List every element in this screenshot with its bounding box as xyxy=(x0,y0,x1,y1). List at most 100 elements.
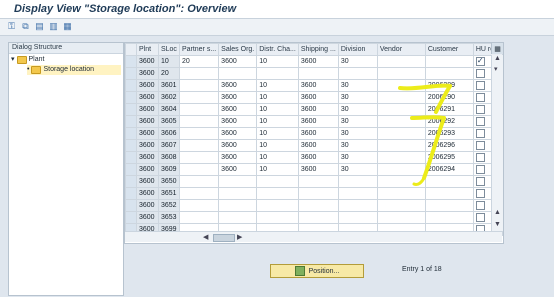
table-cell[interactable] xyxy=(376,187,426,200)
table-cell[interactable] xyxy=(376,151,426,164)
table-cell[interactable] xyxy=(297,187,339,200)
table-cell[interactable]: 30 xyxy=(337,103,378,116)
table-cell[interactable]: 3652 xyxy=(157,199,180,212)
scroll-down-icon[interactable]: ▲ xyxy=(494,209,501,216)
table-row[interactable]: 3600 20 xyxy=(125,67,504,80)
table-cell[interactable]: 10 xyxy=(256,139,299,152)
hu-required-checkbox[interactable] xyxy=(475,57,485,66)
table-cell[interactable] xyxy=(376,55,426,68)
table-cell[interactable] xyxy=(256,175,299,188)
row-selector[interactable] xyxy=(125,55,137,68)
table-cell[interactable]: 3600 xyxy=(135,151,159,164)
select-all-icon[interactable]: ▤ xyxy=(34,21,45,32)
chevron-down-icon[interactable]: ▾ xyxy=(11,55,15,65)
table-cell[interactable] xyxy=(178,151,220,164)
table-cell[interactable] xyxy=(337,67,378,80)
table-cell[interactable] xyxy=(337,175,378,188)
table-cell[interactable] xyxy=(178,163,220,176)
table-cell[interactable]: 3600 xyxy=(297,151,339,164)
table-cell[interactable]: 30 xyxy=(337,151,378,164)
table-cell[interactable]: 2006295 xyxy=(424,151,474,164)
table-cell[interactable] xyxy=(297,175,339,188)
hu-required-checkbox[interactable] xyxy=(475,177,485,186)
column-header[interactable]: Partner s... xyxy=(178,43,220,56)
table-cell[interactable]: 3600 xyxy=(297,79,339,92)
row-selector[interactable] xyxy=(125,151,137,164)
row-selector-header[interactable] xyxy=(125,43,137,56)
table-row[interactable]: 3600 3601 3600 10 3600 30 2006289 xyxy=(125,79,504,92)
table-cell[interactable] xyxy=(376,91,426,104)
table-cell[interactable] xyxy=(178,199,220,212)
table-cell[interactable]: 2006293 xyxy=(424,127,474,140)
scroll-left-icon[interactable]: ◀ xyxy=(203,233,208,241)
table-cell[interactable] xyxy=(256,199,299,212)
column-header[interactable]: Sales Org. xyxy=(218,43,258,56)
table-row[interactable]: 3600 10 20 3600 10 3600 30 xyxy=(125,55,504,68)
row-selector[interactable] xyxy=(125,79,137,92)
column-settings-icon[interactable]: ▦ xyxy=(491,43,503,54)
scroll-right-icon[interactable]: ▶ xyxy=(237,233,242,241)
table-cell[interactable]: 3606 xyxy=(157,127,180,140)
table-cell[interactable]: 3600 xyxy=(218,139,258,152)
column-header[interactable]: Plnt xyxy=(135,43,159,56)
table-cell[interactable]: 30 xyxy=(337,55,378,68)
table-cell[interactable]: 3600 xyxy=(135,67,159,80)
table-cell[interactable]: 3600 xyxy=(218,91,258,104)
table-cell[interactable]: 3600 xyxy=(135,115,159,128)
table-cell[interactable] xyxy=(424,199,474,212)
deselect-icon[interactable]: ▥ xyxy=(48,21,59,32)
table-cell[interactable] xyxy=(376,127,426,140)
table-cell[interactable]: 3601 xyxy=(157,79,180,92)
row-selector[interactable] xyxy=(125,127,137,140)
column-header[interactable]: Shipping ... xyxy=(297,43,339,56)
hu-required-checkbox[interactable] xyxy=(475,81,485,90)
table-cell[interactable]: 3600 xyxy=(297,127,339,140)
table-cell[interactable]: 10 xyxy=(256,103,299,116)
table-cell[interactable]: 3600 xyxy=(218,103,258,116)
table-cell[interactable] xyxy=(376,67,426,80)
row-selector[interactable] xyxy=(125,67,137,80)
table-row[interactable]: 3600 3602 3600 10 3600 30 2006290 xyxy=(125,91,504,104)
row-selector[interactable] xyxy=(125,91,137,104)
key-icon[interactable]: ⚿ xyxy=(6,21,17,32)
table-cell[interactable]: 3600 xyxy=(218,127,258,140)
details-icon[interactable]: ⧉ xyxy=(20,21,31,32)
table-cell[interactable]: 20 xyxy=(178,55,220,68)
table-cell[interactable]: 30 xyxy=(337,115,378,128)
scroll-dropdown-icon[interactable]: ▾ xyxy=(494,65,498,73)
table-cell[interactable] xyxy=(178,91,220,104)
table-cell[interactable]: 3600 xyxy=(218,163,258,176)
table-cell[interactable]: 3602 xyxy=(157,91,180,104)
table-cell[interactable]: 3600 xyxy=(135,127,159,140)
row-selector[interactable] xyxy=(125,199,137,212)
row-selector[interactable] xyxy=(125,115,137,128)
table-cell[interactable] xyxy=(178,115,220,128)
table-row[interactable]: 3600 3607 3600 10 3600 30 2006296 xyxy=(125,139,504,152)
table-cell[interactable]: 3600 xyxy=(135,91,159,104)
table-cell[interactable]: 10 xyxy=(256,163,299,176)
hu-required-checkbox[interactable] xyxy=(475,189,485,198)
table-cell[interactable] xyxy=(376,175,426,188)
table-cell[interactable] xyxy=(178,127,220,140)
hu-required-checkbox[interactable] xyxy=(475,213,485,222)
table-cell[interactable] xyxy=(218,67,258,80)
position-button[interactable]: Position... xyxy=(270,264,364,278)
table-row[interactable]: 3600 3651 xyxy=(125,187,504,200)
hu-required-checkbox[interactable] xyxy=(475,129,485,138)
table-cell[interactable] xyxy=(297,67,339,80)
table-cell[interactable] xyxy=(424,67,474,80)
table-row[interactable]: 3600 3653 xyxy=(125,211,504,224)
table-cell[interactable]: 3653 xyxy=(157,211,180,224)
table-cell[interactable] xyxy=(424,211,474,224)
table-cell[interactable] xyxy=(218,175,258,188)
table-cell[interactable]: 3604 xyxy=(157,103,180,116)
table-cell[interactable] xyxy=(178,187,220,200)
table-cell[interactable]: 2006289 xyxy=(424,79,474,92)
table-cell[interactable] xyxy=(178,211,220,224)
table-cell[interactable] xyxy=(178,67,220,80)
column-header[interactable]: Division xyxy=(337,43,378,56)
table-cell[interactable]: 10 xyxy=(256,79,299,92)
row-selector[interactable] xyxy=(125,175,137,188)
table-cell[interactable]: 3600 xyxy=(218,79,258,92)
column-header[interactable]: Vendor xyxy=(376,43,426,56)
